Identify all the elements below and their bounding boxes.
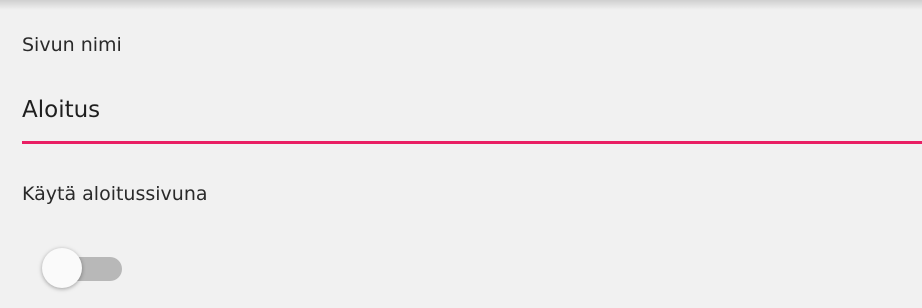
page-name-field[interactable] <box>22 90 922 144</box>
page-name-label: Sivun nimi <box>22 34 122 56</box>
top-shadow <box>0 0 922 10</box>
page-name-input[interactable] <box>22 90 922 130</box>
start-page-toggle-label: Käytä aloitussivuna <box>22 183 208 205</box>
toggle-thumb[interactable] <box>42 248 82 288</box>
start-page-toggle[interactable] <box>42 247 124 291</box>
